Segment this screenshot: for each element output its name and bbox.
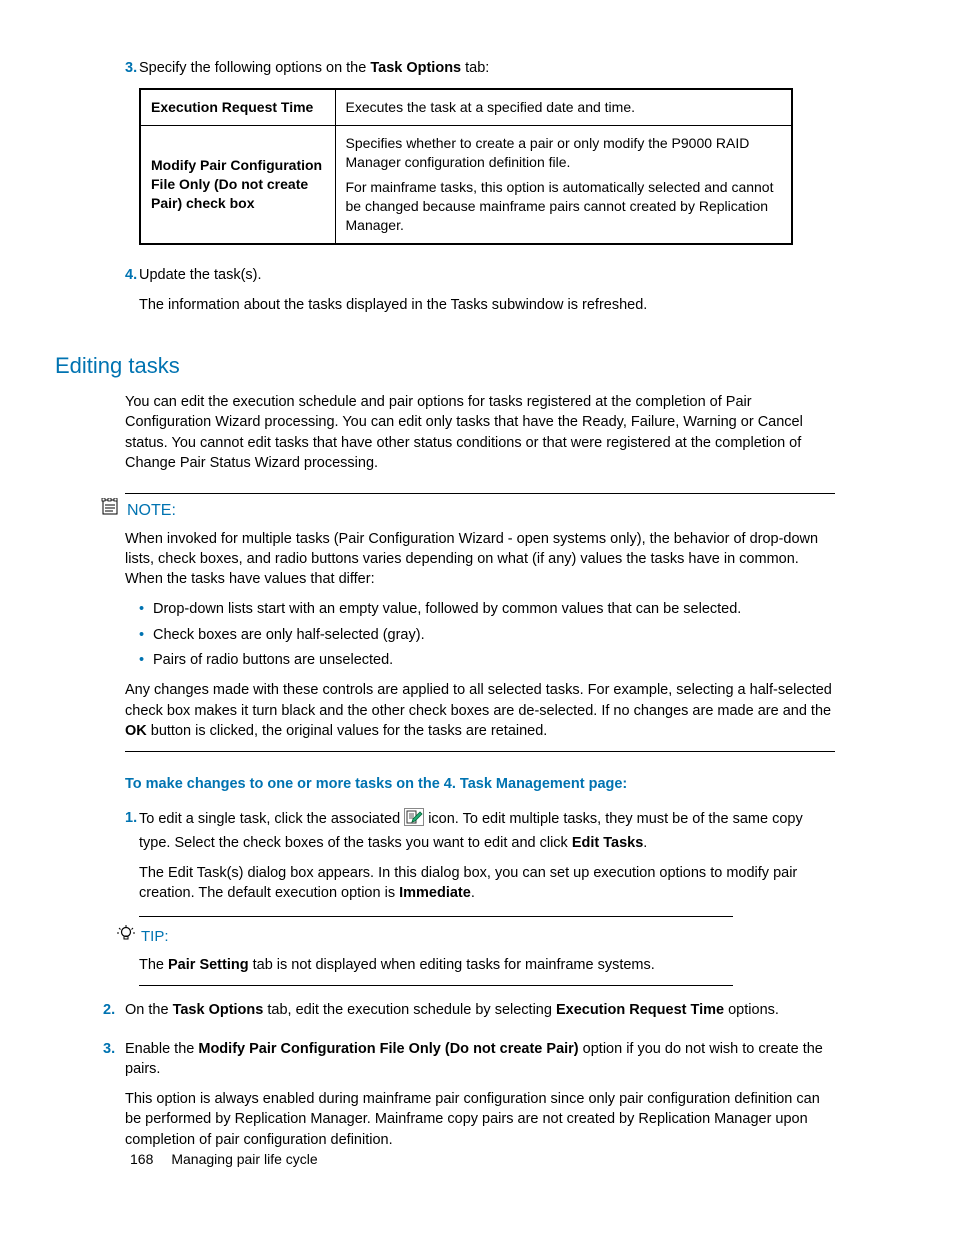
note-bullet: Check boxes are only half-selected (gray… [139, 625, 834, 645]
procedure-heading: To make changes to one or more tasks on … [125, 774, 834, 794]
step-body: Specify the following options on the Tas… [129, 58, 834, 257]
proc1-line2: The Edit Task(s) dialog box appears. In … [139, 863, 834, 904]
proc2-line: On the Task Options tab, edit the execut… [125, 1000, 834, 1020]
section-heading-editing-tasks: Editing tasks [55, 351, 834, 382]
step-4: 4. Update the task(s). The information a… [55, 265, 834, 326]
note-block: NOTE: When invoked for multiple tasks (P… [55, 493, 834, 752]
tip-top-rule [139, 916, 733, 917]
note-closing: Any changes made with these controls are… [125, 680, 834, 741]
tip-icon [117, 925, 135, 949]
step-4-line2: The information about the tasks displaye… [139, 295, 834, 315]
step-body: Enable the Modify Pair Configuration Fil… [115, 1039, 834, 1160]
table-label: Execution Request Time [140, 89, 335, 125]
step-number: 2. [55, 1000, 115, 1030]
note-bullet: Pairs of radio buttons are unselected. [139, 650, 834, 670]
task-options-table: Execution Request Time Executes the task… [139, 88, 793, 244]
proc1-line1: To edit a single task, click the associa… [139, 808, 834, 853]
page-number: 168 [130, 1150, 153, 1170]
step-body: Update the task(s). The information abou… [129, 265, 834, 326]
step-4-line1: Update the task(s). [139, 265, 834, 285]
step-3: 3. Specify the following options on the … [55, 58, 834, 257]
note-bottom-rule [125, 751, 835, 752]
tip-body: The Pair Setting tab is not displayed wh… [139, 955, 834, 975]
step-number: 3. [55, 1039, 115, 1160]
proc-step-3: 3. Enable the Modify Pair Configuration … [55, 1039, 834, 1160]
table-desc: Specifies whether to create a pair or on… [335, 126, 792, 244]
note-bullet: Drop-down lists start with an empty valu… [139, 599, 834, 619]
tip-bottom-rule [139, 985, 733, 986]
note-top-rule [125, 493, 835, 494]
note-title: NOTE: [127, 500, 176, 522]
step-body: To edit a single task, click the associa… [129, 808, 834, 986]
step-number: 1. [55, 808, 129, 986]
note-body: When invoked for multiple tasks (Pair Co… [125, 529, 834, 742]
step-number: 4. [55, 265, 129, 326]
section-intro: You can edit the execution schedule and … [125, 392, 834, 473]
table-desc: Executes the task at a specified date an… [335, 89, 792, 125]
step-number: 3. [55, 58, 129, 257]
proc-step-1: 1. To edit a single task, click the asso… [55, 808, 834, 986]
proc3-line2: This option is always enabled during mai… [125, 1089, 834, 1150]
tip-block: TIP: The Pair Setting tab is not display… [139, 916, 834, 987]
proc-step-2: 2. On the Task Options tab, edit the exe… [55, 1000, 834, 1030]
table-label: Modify Pair Configuration File Only (Do … [140, 126, 335, 244]
footer-title: Managing pair life cycle [171, 1150, 317, 1170]
step-body: On the Task Options tab, edit the execut… [115, 1000, 834, 1030]
proc3-line1: Enable the Modify Pair Configuration Fil… [125, 1039, 834, 1080]
page-footer: 168 Managing pair life cycle [130, 1150, 318, 1170]
note-icon [101, 498, 123, 522]
note-bullet-list: Drop-down lists start with an empty valu… [139, 599, 834, 670]
edit-icon [404, 808, 424, 832]
tip-title: TIP: [141, 926, 169, 947]
step-3-intro: Specify the following options on the Tas… [139, 58, 834, 78]
